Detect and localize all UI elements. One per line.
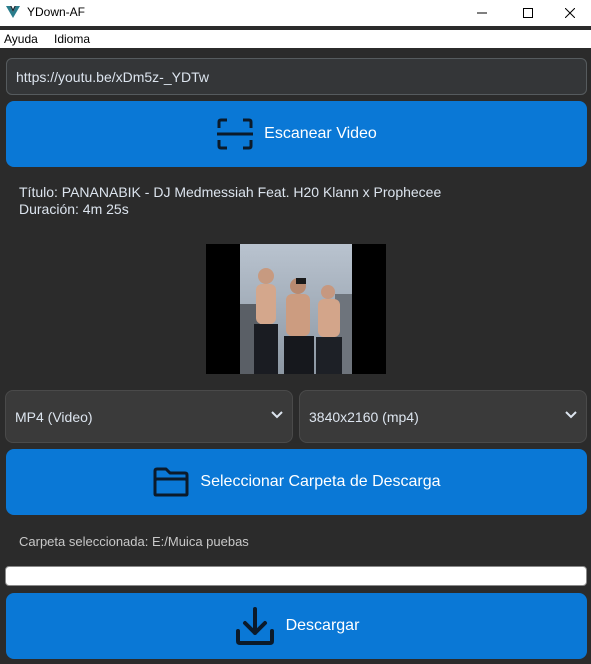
format-select-value: MP4 (Video): [15, 408, 93, 425]
maximize-button[interactable]: [505, 0, 551, 26]
chevron-down-icon: [565, 411, 577, 419]
scan-video-label: Escanear Video: [264, 125, 377, 142]
title-bar: YDown-AF: [0, 0, 591, 26]
selected-folder-label: Carpeta seleccionada: E:/Muica puebas: [19, 534, 249, 549]
app-logo-icon: [6, 6, 20, 18]
download-progress-bar: [5, 566, 587, 586]
menu-item-idioma[interactable]: Idioma: [54, 32, 90, 46]
close-icon: [565, 8, 575, 18]
scan-video-button[interactable]: Escanear Video: [6, 101, 587, 167]
download-icon: [235, 607, 274, 645]
minimize-button[interactable]: [459, 0, 505, 26]
folder-icon: [153, 467, 189, 497]
video-duration: Duración: 4m 25s: [19, 201, 129, 217]
format-select[interactable]: MP4 (Video): [5, 390, 293, 443]
url-input[interactable]: [6, 58, 587, 95]
resolution-select[interactable]: 3840x2160 (mp4): [299, 390, 587, 443]
scan-icon: [217, 118, 254, 150]
resolution-select-value: 3840x2160 (mp4): [309, 408, 419, 425]
menu-item-ayuda[interactable]: Ayuda: [4, 32, 38, 46]
maximize-icon: [523, 8, 533, 18]
select-folder-label: Seleccionar Carpeta de Descarga: [200, 473, 441, 490]
window-title: YDown-AF: [27, 5, 86, 19]
download-label: Descargar: [285, 617, 360, 634]
video-title: Título: PANANABIK - DJ Medmessiah Feat. …: [19, 184, 442, 200]
download-button[interactable]: Descargar: [6, 593, 587, 659]
video-thumbnail: [206, 244, 386, 374]
select-folder-button[interactable]: Seleccionar Carpeta de Descarga: [6, 449, 587, 515]
minimize-icon: [477, 12, 487, 14]
close-button[interactable]: [549, 0, 591, 26]
menu-bar: Ayuda Idioma: [0, 30, 591, 48]
chevron-down-icon: [271, 411, 283, 419]
thumbnail-image: [240, 244, 352, 374]
